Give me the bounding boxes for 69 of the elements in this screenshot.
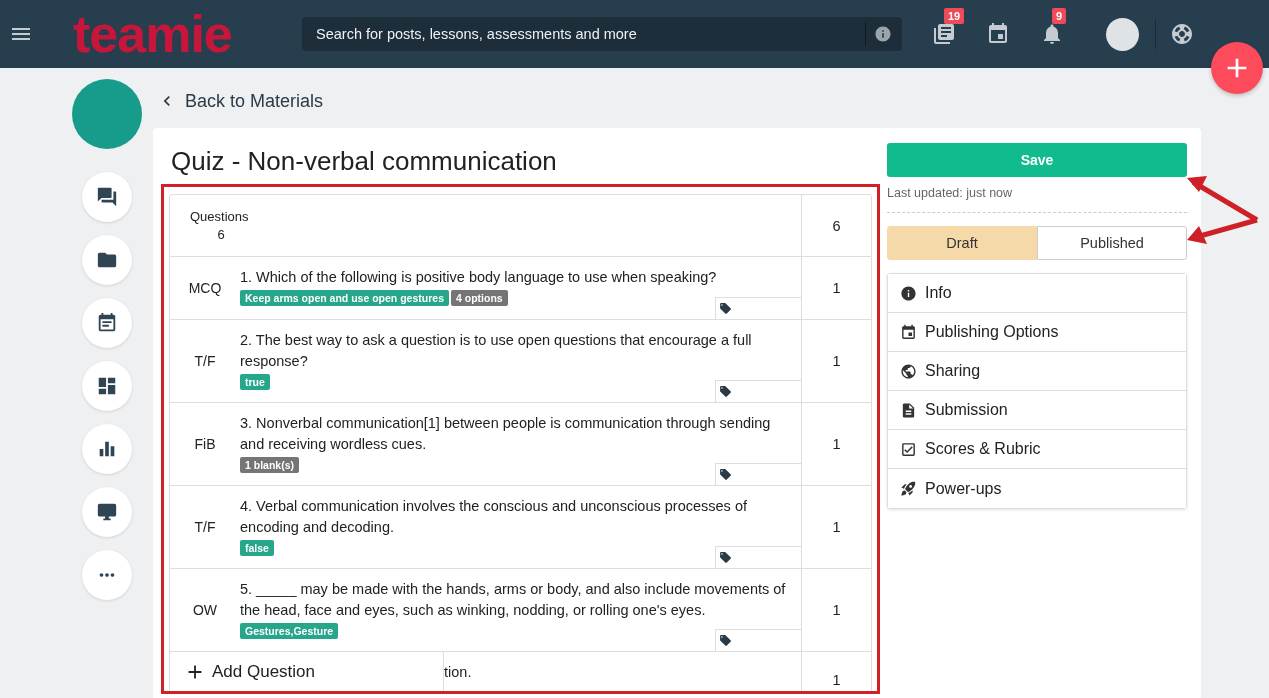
tag-icon: [719, 468, 732, 481]
points-cell: 1: [801, 320, 871, 402]
add-question-button[interactable]: Add Question: [169, 651, 444, 691]
calendar-icon[interactable]: [82, 298, 132, 348]
answer-tag: true: [240, 374, 270, 390]
question-text: 5. _____ may be made with the hands, arms or body, and also include movements of the head, face and eyes, such as winking, nodding, or rolling one's eyes.: [240, 580, 787, 620]
question-type: MCQ: [187, 279, 223, 298]
count-badge: 19: [944, 8, 965, 24]
menu-item[interactable]: Scores & Rubric: [888, 430, 1186, 469]
question-text: 2. The best way to ask a question is to use open questions that encourage a full response?: [240, 331, 753, 371]
folder-icon[interactable]: [82, 235, 132, 285]
tag-field[interactable]: [715, 629, 801, 651]
tag-icon: [719, 385, 732, 398]
back-link[interactable]: Back to Materials: [157, 89, 324, 113]
calendar-icon: [900, 323, 917, 341]
points-cell: 1: [801, 403, 871, 485]
question-type: OW: [191, 601, 219, 620]
answer-tag: false: [240, 540, 274, 556]
add-button[interactable]: [1211, 42, 1263, 94]
last-updated-text: Last updated: just now: [887, 186, 1187, 213]
tag-icon: [719, 551, 732, 564]
question-type: T/F: [193, 518, 217, 537]
points-cell: 1: [801, 257, 871, 319]
menu-item[interactable]: Power-ups: [888, 469, 1186, 508]
document-icon: [900, 401, 917, 419]
status-tab[interactable]: Published: [1037, 226, 1187, 260]
dashboard-icon[interactable]: [82, 361, 132, 411]
globe-icon: [900, 362, 917, 380]
question-type: T/F: [193, 352, 217, 371]
points-cell: 1: [801, 569, 871, 651]
search-bar[interactable]: Search for posts, lessons, assessments and more: [302, 17, 902, 51]
answer-tag: 1 blank(s): [240, 457, 299, 473]
points-cell: 1: [801, 652, 871, 691]
total-points: 6: [801, 195, 871, 256]
chat-icon[interactable]: [82, 172, 132, 222]
tag-field[interactable]: [715, 380, 801, 402]
answer-tag: Gestures,Gesture: [240, 623, 339, 639]
page-title: Quiz - Non-verbal communication: [171, 146, 558, 178]
tag-field[interactable]: [715, 297, 801, 319]
points-cell: 1: [801, 486, 871, 568]
menu-item[interactable]: Submission: [888, 391, 1186, 430]
menu-item[interactable]: Publishing Options: [888, 313, 1186, 352]
monitor-icon[interactable]: [82, 487, 132, 537]
checkbox-icon: [900, 440, 917, 458]
library-icon[interactable]: [932, 22, 956, 46]
menu-item[interactable]: Sharing: [888, 352, 1186, 391]
search-field[interactable]: Search for posts, lessons, assessments and more: [314, 25, 865, 43]
answer-tag: Keep arms open and use open gestures: [240, 290, 449, 306]
status-tab[interactable]: Draft: [887, 226, 1037, 260]
tag-field[interactable]: [715, 546, 801, 568]
bar-chart-icon[interactable]: [82, 424, 132, 474]
question-text: 1. Which of the following is positive body language to use when speaking?: [240, 268, 718, 287]
tag-icon: [719, 302, 732, 315]
question-type: FiB: [193, 435, 217, 454]
info-icon[interactable]: [874, 25, 892, 43]
question-text: tion.: [444, 663, 473, 682]
question-text: 3. Nonverbal communication[1] between people is communication through sending and receiving wordless cues.: [240, 414, 772, 454]
answer-tag: 4 options: [451, 290, 508, 306]
questions-label: Questions 6: [189, 208, 250, 244]
tag-icon: [719, 634, 732, 647]
info-icon: [900, 284, 917, 302]
avatar[interactable]: [1106, 17, 1139, 51]
question-text: 4. Verbal communication involves the conscious and unconscious processes of encoding and decoding.: [240, 497, 748, 537]
rocket-icon: [900, 480, 917, 497]
tag-field[interactable]: [715, 463, 801, 485]
menu-item[interactable]: Info: [888, 274, 1186, 313]
help-icon[interactable]: [1170, 22, 1194, 46]
calendar-icon[interactable]: [986, 22, 1010, 46]
count-badge: 9: [1052, 8, 1067, 24]
